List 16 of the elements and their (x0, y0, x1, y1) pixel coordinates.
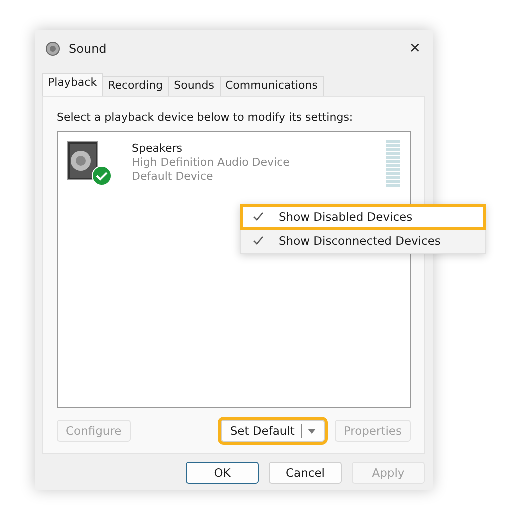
device-status: Default Device (132, 170, 214, 183)
window-title: Sound (69, 42, 108, 56)
caret-icon (308, 428, 316, 434)
device-description: High Definition Audio Device (132, 156, 290, 169)
device-name: Speakers (132, 142, 184, 155)
menu-item[interactable]: Show Disabled Devices (241, 205, 485, 229)
speaker-icon (45, 41, 61, 57)
instruction-text: Select a playback device below to modify its settings: (57, 111, 354, 124)
menu-item[interactable]: Show Disconnected Devices (241, 229, 485, 253)
ok-button[interactable]: OK (186, 462, 259, 484)
level-meter-icon (386, 140, 400, 187)
close-button[interactable]: ✕ (409, 41, 421, 57)
cancel-button[interactable]: Cancel (269, 462, 342, 484)
tab[interactable]: Playback (42, 73, 104, 96)
tab[interactable]: Communications (220, 76, 324, 96)
set-default-button[interactable]: Set Default (221, 420, 325, 442)
